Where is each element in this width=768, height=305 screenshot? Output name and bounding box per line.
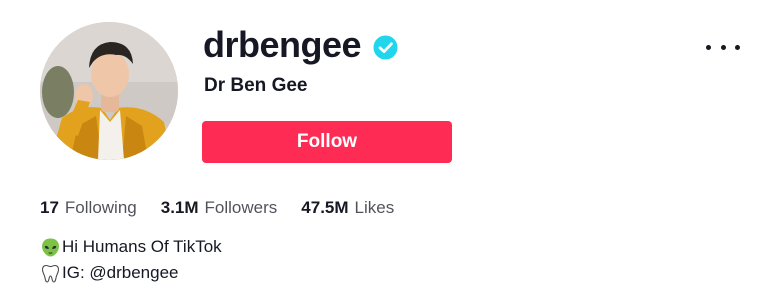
stat-label: Followers xyxy=(204,198,278,217)
stat-label: Following xyxy=(64,198,137,217)
username: drbengee xyxy=(203,24,362,65)
more-dot xyxy=(720,44,726,50)
tooth-icon xyxy=(40,263,61,284)
verified-badge-icon xyxy=(373,35,398,60)
stat-label: Likes xyxy=(354,198,395,217)
stat-value: 47.5M xyxy=(301,198,349,217)
stat-followers[interactable]: 3.1M Followers xyxy=(161,196,278,220)
bio-line: IG: @drbengee xyxy=(40,260,222,286)
more-horizontal-icon[interactable] xyxy=(706,34,740,60)
avatar-photo xyxy=(40,22,178,160)
stat-likes: 47.5M Likes xyxy=(301,196,394,220)
stat-value: 3.1M xyxy=(160,198,199,217)
display-name: Dr Ben Gee xyxy=(204,75,308,96)
avatar[interactable] xyxy=(40,22,178,160)
username-row: drbengee xyxy=(203,22,398,68)
bio-text: IG: @drbengee xyxy=(62,263,179,282)
alien-icon xyxy=(40,237,61,258)
more-dot xyxy=(706,44,711,50)
stat-value: 17 xyxy=(40,198,59,217)
bio: Hi Humans Of TikTok IG: @drbengee xyxy=(40,234,222,286)
bio-line: Hi Humans Of TikTok xyxy=(40,234,222,260)
more-dot xyxy=(735,44,740,50)
profile-stats: 17 Following 3.1M Followers 47.5M Likes xyxy=(40,196,418,220)
bio-text: Hi Humans Of TikTok xyxy=(62,237,222,256)
follow-button[interactable]: Follow xyxy=(202,121,452,163)
stat-following[interactable]: 17 Following xyxy=(40,196,137,220)
